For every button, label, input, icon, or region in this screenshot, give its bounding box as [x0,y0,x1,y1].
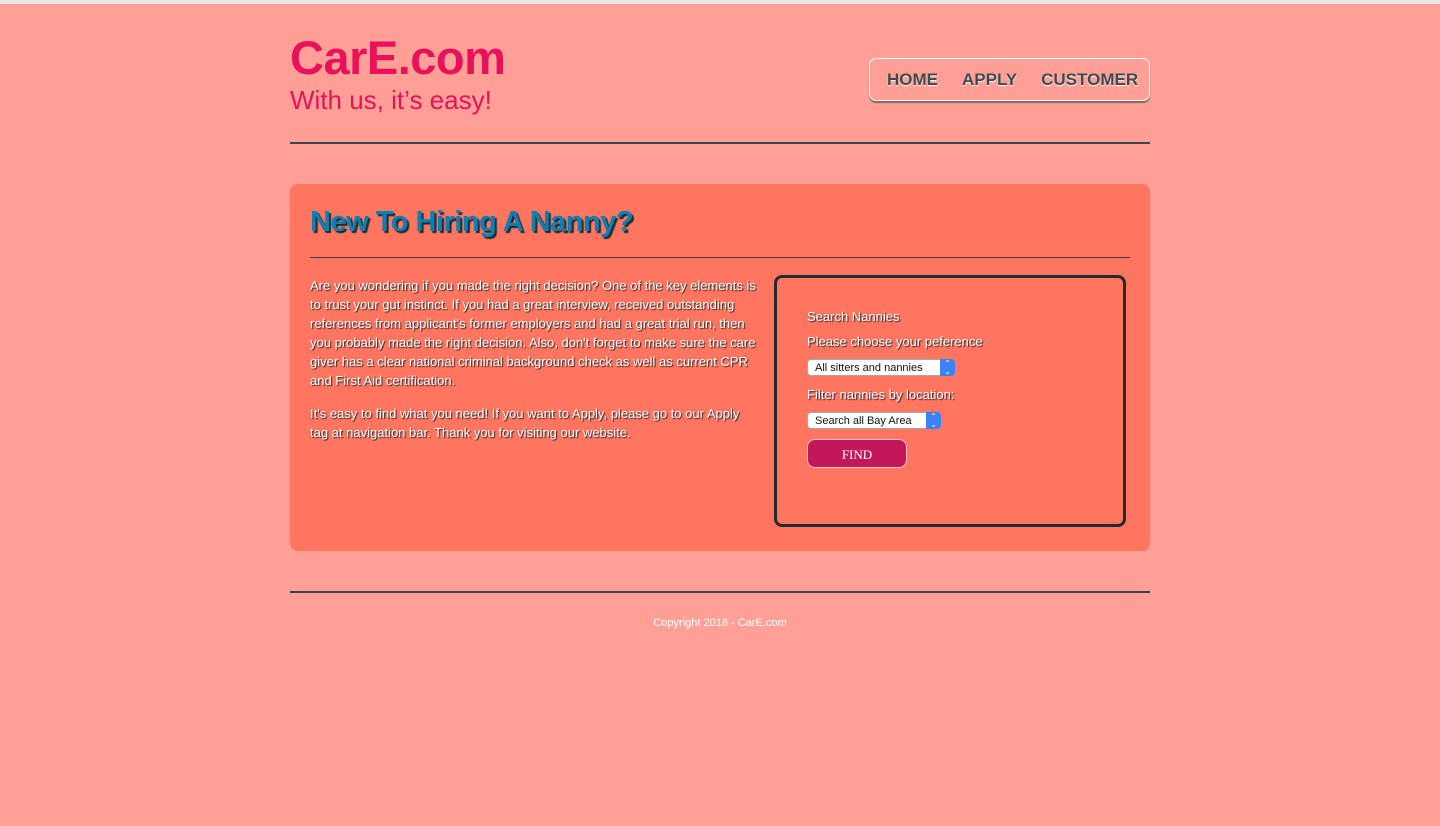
preference-select[interactable]: All sitters and nannies ⌃ ⌄ [807,359,955,376]
main-nav: HOME APPLY CUSTOMER [869,58,1150,101]
nav-apply[interactable]: APPLY [962,70,1017,90]
find-button[interactable]: FIND [807,439,907,468]
search-nannies-form: Search Nannies Please choose your pefere… [774,275,1126,527]
site-tagline: With us, it’s easy! [290,85,492,115]
preference-select-value: All sitters and nannies [815,362,923,374]
header-divider [290,142,1150,144]
updown-chevron-icon: ⌃ ⌄ [926,412,941,429]
updown-chevron-icon: ⌃ ⌄ [940,359,955,376]
location-select[interactable]: Search all Bay Area ⌃ ⌄ [807,412,941,429]
location-select-value: Search all Bay Area [815,415,912,427]
preference-label: Please choose your peference [807,334,983,349]
top-edge-strip [0,0,1440,4]
footer-divider [290,591,1150,593]
search-heading: Search Nannies [807,309,900,324]
location-label: Filter nannies by location: [807,387,955,402]
page-title: New To Hiring A Nanny? [310,206,634,238]
intro-text: Are you wondering if you made the right … [310,276,758,456]
nav-home[interactable]: HOME [887,70,938,90]
site-logo[interactable]: CarE.com [290,32,506,84]
intro-paragraph-2: It's easy to find what you need! If you … [310,406,740,440]
nav-customer[interactable]: CUSTOMER [1041,70,1138,90]
intro-paragraph-1: Are you wondering if you made the right … [310,278,756,388]
content-panel: New To Hiring A Nanny? Are you wondering… [290,184,1150,551]
footer-copyright: Copyright 2018 - CarE.com [653,617,787,629]
title-divider [310,257,1130,258]
